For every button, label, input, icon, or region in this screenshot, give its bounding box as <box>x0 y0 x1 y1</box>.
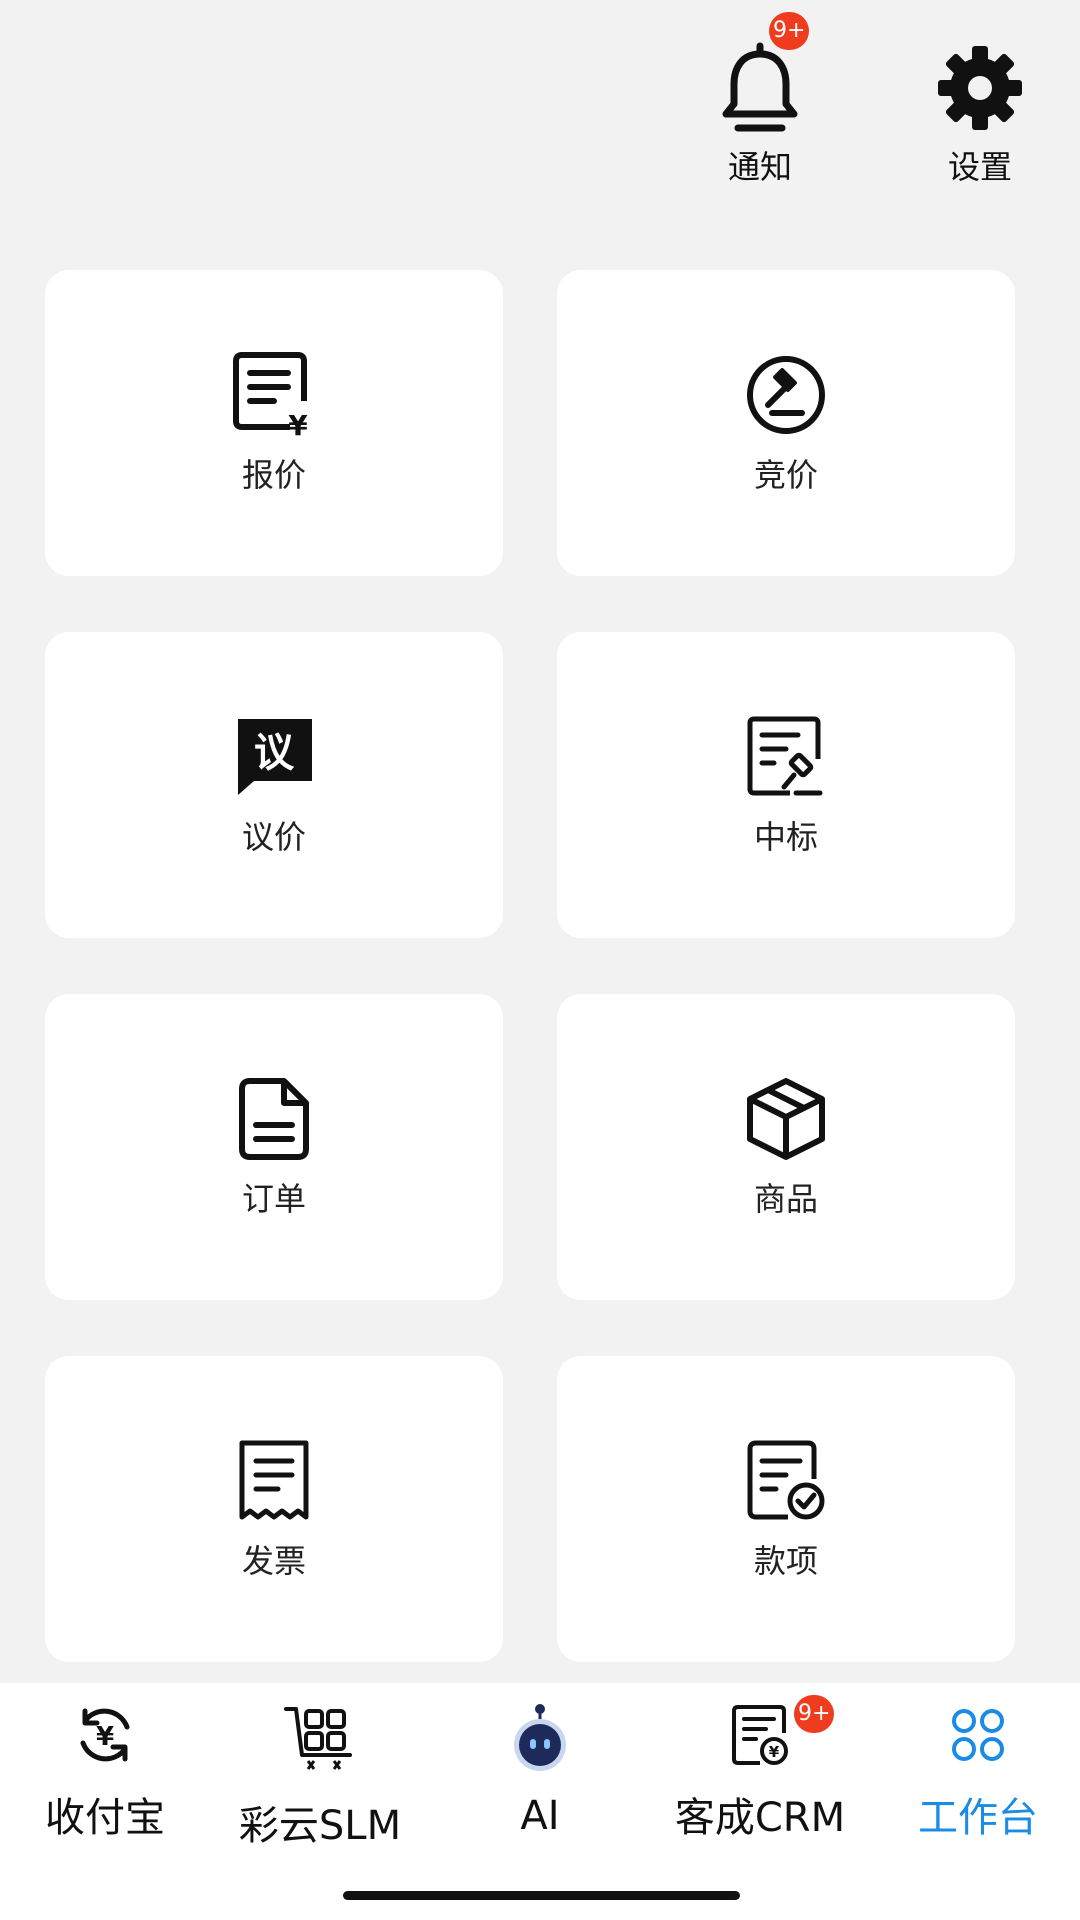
home-indicator <box>343 1891 740 1900</box>
notify-label: 通知 <box>727 148 792 186</box>
card-label: 竞价 <box>753 456 818 494</box>
card-label: 中标 <box>753 818 818 856</box>
order-file-icon <box>229 1074 319 1164</box>
notify-badge: 9+ <box>769 12 810 50</box>
svg-text:¥: ¥ <box>769 1743 780 1761</box>
product-box-icon <box>741 1074 831 1164</box>
top-actions: 9+ 通知 设置 <box>0 0 1080 200</box>
invoice-receipt-icon <box>229 1436 319 1526</box>
settings-button[interactable]: 设置 <box>925 40 1035 186</box>
quote-document-icon: ¥ <box>229 350 319 440</box>
tab-label: 彩云SLM <box>238 1803 402 1849</box>
award-document-icon <box>741 712 831 802</box>
card-invoice[interactable]: 发票 <box>45 1356 503 1662</box>
tab-label: 收付宝 <box>45 1795 165 1841</box>
svg-text:¥: ¥ <box>96 1722 114 1752</box>
card-negotiate[interactable]: 议 议价 <box>45 632 503 938</box>
tab-label: AI <box>520 1793 560 1839</box>
auction-gavel-icon <box>741 350 831 440</box>
crm-badge: 9+ <box>794 1695 835 1733</box>
bottom-tabbar: ¥ 收付宝 彩云SLM AI ¥ 9+ 客成CRM 工作台 <box>0 1683 1080 1920</box>
card-bidding[interactable]: 竞价 <box>557 270 1015 576</box>
yuan-cycle-icon: ¥ <box>73 1703 137 1767</box>
tab-label: 工作台 <box>918 1795 1038 1841</box>
tab-workbench[interactable]: 工作台 <box>908 1703 1048 1843</box>
crm-document-icon: ¥ 9+ <box>730 1695 835 1767</box>
gear-icon <box>932 40 1028 136</box>
notify-button[interactable]: 9+ 通知 <box>705 12 815 186</box>
negotiate-icon-text: 议 <box>254 730 294 776</box>
card-label: 商品 <box>753 1180 818 1218</box>
tab-shoufubao[interactable]: ¥ 收付宝 <box>30 1703 180 1843</box>
workbench-screen: 9+ 通知 设置 ¥ 报价 竞价 议 议价 中标 订单 商品 发票 款项 ¥ 收… <box>0 0 1080 1920</box>
card-label: 议价 <box>241 818 306 856</box>
card-label: 报价 <box>241 456 306 494</box>
bell-icon <box>718 40 802 136</box>
settings-label: 设置 <box>947 148 1012 186</box>
tab-label: 客成CRM <box>674 1795 846 1841</box>
card-product[interactable]: 商品 <box>557 994 1015 1300</box>
tab-ai[interactable]: AI <box>490 1703 590 1843</box>
cart-grid-icon <box>284 1703 356 1775</box>
robot-icon <box>510 1703 570 1775</box>
tab-kecheng-crm[interactable]: ¥ 9+ 客成CRM <box>665 1695 855 1843</box>
tab-caiyun-slm[interactable]: 彩云SLM <box>230 1703 410 1849</box>
card-award[interactable]: 中标 <box>557 632 1015 938</box>
card-label: 款项 <box>753 1542 818 1580</box>
payment-check-icon <box>741 1436 831 1526</box>
svg-text:¥: ¥ <box>288 409 308 439</box>
negotiate-chat-icon: 议 <box>229 712 319 802</box>
card-quote[interactable]: ¥ 报价 <box>45 270 503 576</box>
card-label: 订单 <box>241 1180 306 1218</box>
card-label: 发票 <box>241 1542 306 1580</box>
card-order[interactable]: 订单 <box>45 994 503 1300</box>
workbench-grid-icon <box>950 1703 1006 1767</box>
card-payment[interactable]: 款项 <box>557 1356 1015 1662</box>
